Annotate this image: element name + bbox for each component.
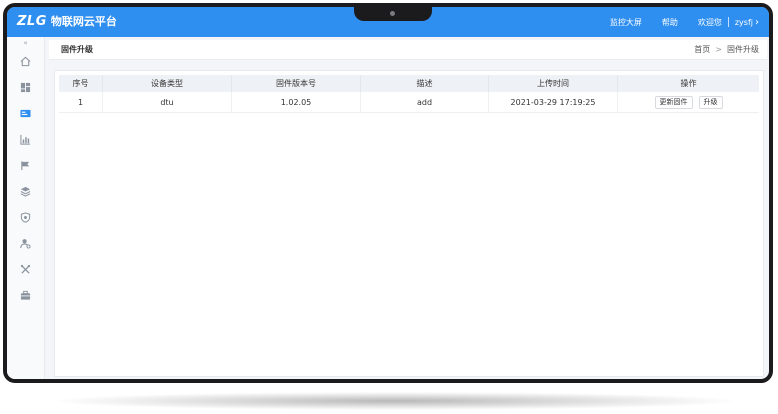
page-header: 固件升级 首页 > 固件升级: [49, 40, 767, 60]
camera-notch: [354, 7, 432, 21]
device-card-icon[interactable]: [20, 108, 31, 119]
shield-icon[interactable]: [20, 212, 31, 223]
cell-device-type: dtu: [103, 92, 232, 112]
flag-icon[interactable]: [20, 160, 31, 171]
chart-icon[interactable]: [20, 134, 31, 145]
home-icon[interactable]: [20, 56, 31, 67]
user-menu[interactable]: zysfj: [735, 18, 753, 27]
breadcrumb: 首页 > 固件升级: [694, 44, 759, 55]
main-content: 固件升级 首页 > 固件升级 序号 设备类型 固件版本号 描述 上传时间 操作: [45, 37, 769, 379]
col-header-actions: 操作: [680, 79, 697, 88]
col-header-description: 描述: [361, 75, 489, 92]
chevron-right-icon[interactable]: ›: [755, 17, 759, 28]
col-header-version: 固件版本号: [232, 75, 361, 92]
camera-icon: [390, 11, 395, 16]
cell-index: 1: [59, 92, 103, 112]
top-nav: 监控大屏 帮助 欢迎您 zysfj ›: [610, 7, 769, 37]
col-header-device-type: 设备类型: [103, 75, 232, 92]
firmware-table-panel: 序号 设备类型 固件版本号 描述 上传时间 操作 1 dtu 1.02.05 a…: [54, 70, 764, 377]
cell-description: add: [361, 92, 489, 112]
page-title: 固件升级: [61, 45, 93, 54]
breadcrumb-separator: >: [715, 45, 722, 54]
monitor-screen-link[interactable]: 监控大屏: [610, 17, 642, 28]
screen: ZLG 物联网云平台 监控大屏 帮助 欢迎您 zysfj › « 固件升级 首页…: [7, 7, 769, 379]
table-row: 1 dtu 1.02.05 add 2021-03-29 17:19:25 更新…: [59, 92, 759, 113]
col-header-index: 序号: [59, 75, 103, 92]
logo-mark: ZLG: [17, 13, 47, 29]
user-gear-icon[interactable]: [20, 238, 31, 249]
device-frame: ZLG 物联网云平台 监控大屏 帮助 欢迎您 zysfj › « 固件升级 首页…: [3, 3, 773, 383]
help-link[interactable]: 帮助: [662, 17, 678, 28]
upgrade-button[interactable]: 升级: [698, 95, 723, 109]
breadcrumb-current: 固件升级: [727, 45, 759, 54]
sidebar: «: [7, 37, 45, 379]
briefcase-icon[interactable]: [20, 290, 31, 301]
nav-divider: [727, 17, 729, 27]
cell-upload-time: 2021-03-29 17:19:25: [489, 92, 618, 112]
dashboard-icon[interactable]: [20, 82, 31, 93]
table-header: 序号 设备类型 固件版本号 描述 上传时间 操作: [59, 75, 759, 92]
app-title: 物联网云平台: [50, 15, 117, 28]
tools-icon[interactable]: [20, 264, 31, 275]
device-shadow: [55, 392, 735, 410]
layers-icon[interactable]: [20, 186, 31, 197]
breadcrumb-home[interactable]: 首页: [694, 44, 710, 55]
collapse-icon[interactable]: «: [7, 39, 44, 47]
logo[interactable]: ZLG 物联网云平台: [17, 13, 117, 29]
update-firmware-button[interactable]: 更新固件: [654, 95, 693, 109]
welcome-text: 欢迎您: [697, 17, 722, 27]
col-header-upload-time: 上传时间: [489, 75, 618, 92]
cell-actions: 更新固件 升级: [618, 92, 759, 112]
cell-version: 1.02.05: [232, 92, 361, 112]
